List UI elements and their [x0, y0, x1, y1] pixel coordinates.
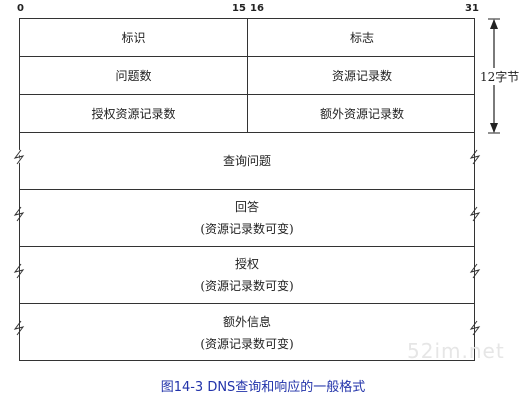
size-label: 12字节: [479, 68, 521, 85]
watermark: 52im.net: [407, 339, 505, 363]
figure-caption: 图14-3 DNS查询和响应的一般格式: [160, 380, 366, 395]
